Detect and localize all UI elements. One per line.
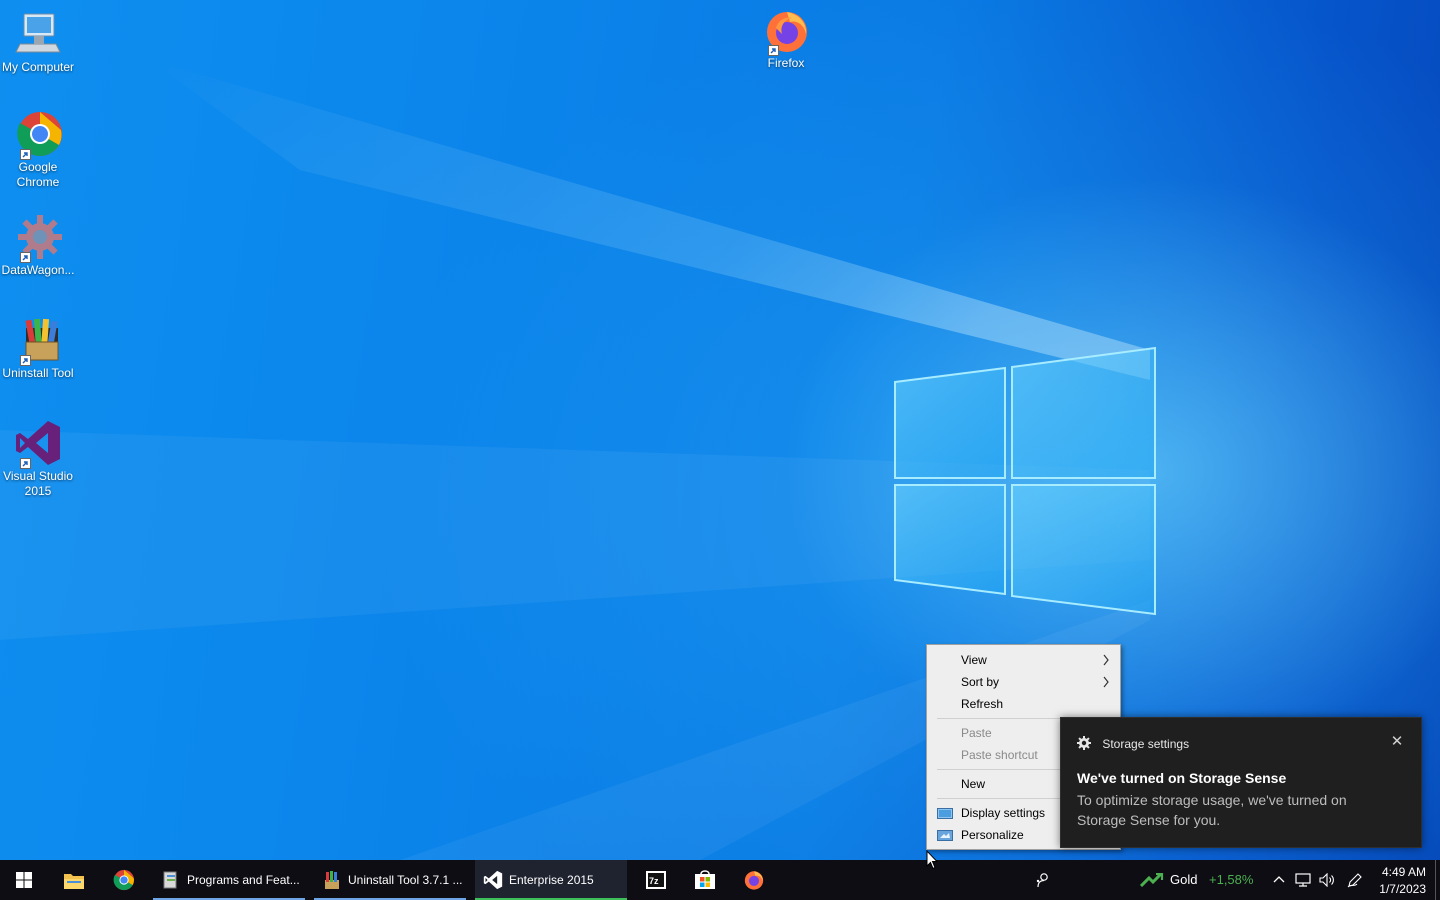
taskbar-store[interactable] bbox=[681, 860, 729, 900]
windows-start-icon bbox=[16, 872, 32, 888]
clock-date: 1/7/2023 bbox=[1379, 882, 1426, 896]
menu-item-label: Display settings bbox=[961, 806, 1046, 820]
desktop-icon-label: Firefox bbox=[767, 56, 805, 70]
storage-sense-notification[interactable]: Storage settings ✕ We've turned on Stora… bbox=[1060, 717, 1422, 848]
network-icon bbox=[1295, 873, 1311, 887]
chrome-icon bbox=[14, 110, 62, 160]
menu-item-label: New bbox=[961, 777, 986, 791]
visual-studio-icon bbox=[14, 419, 62, 469]
taskbar-file-explorer[interactable] bbox=[50, 860, 98, 900]
taskbar: Programs and Feat... Uninstall Tool 3.7.… bbox=[0, 860, 1440, 900]
menu-item-label: Personalize bbox=[961, 828, 1024, 842]
taskbar-app-label: Enterprise 2015 bbox=[509, 873, 594, 887]
tray-show-hidden-icons[interactable] bbox=[1270, 860, 1288, 900]
notification-app-row: Storage settings bbox=[1077, 736, 1189, 752]
tray-network[interactable] bbox=[1292, 860, 1314, 900]
desktop-icon-my-computer[interactable]: My Computer bbox=[0, 10, 76, 75]
visual-studio-icon bbox=[483, 870, 503, 890]
desktop-icon-visual-studio[interactable]: Visual Studio 2015 bbox=[0, 419, 76, 499]
mouse-cursor-icon bbox=[926, 850, 938, 870]
store-icon bbox=[695, 870, 715, 889]
desktop-icon-label: Uninstall Tool bbox=[2, 366, 74, 380]
programs-features-icon bbox=[163, 871, 177, 889]
menu-item-view[interactable]: View bbox=[927, 649, 1120, 671]
menu-item-label: View bbox=[961, 653, 987, 667]
trend-up-icon bbox=[1140, 873, 1164, 887]
tray-stock-widget[interactable]: Gold +1,58% bbox=[1138, 860, 1262, 900]
desktop-icon-label: Visual Studio 2015 bbox=[3, 469, 73, 498]
taskbar-clock[interactable]: 4:49 AM 1/7/2023 bbox=[1379, 864, 1426, 898]
shortcut-arrow-icon bbox=[768, 45, 779, 56]
people-icon bbox=[1036, 873, 1048, 888]
shortcut-arrow-icon bbox=[20, 458, 31, 469]
desktop-icon-uninstall-tool[interactable]: Uninstall Tool bbox=[0, 316, 76, 381]
shortcut-arrow-icon bbox=[20, 355, 31, 366]
shortcut-arrow-icon bbox=[20, 149, 31, 160]
windows-logo-wallpaper bbox=[894, 346, 1156, 616]
tray-volume[interactable] bbox=[1316, 860, 1338, 900]
taskbar-7zip[interactable]: 7z bbox=[632, 860, 680, 900]
taskbar-app-programs-and-features[interactable]: Programs and Feat... bbox=[153, 860, 305, 900]
firefox-icon bbox=[762, 6, 810, 56]
stock-change: +1,58% bbox=[1209, 872, 1254, 887]
7zip-icon: 7z bbox=[646, 871, 666, 889]
start-button[interactable] bbox=[0, 860, 48, 900]
taskbar-app-uninstall-tool[interactable]: Uninstall Tool 3.7.1 ... bbox=[314, 860, 466, 900]
pen-icon bbox=[1347, 873, 1362, 888]
stock-name: Gold bbox=[1170, 872, 1198, 887]
taskbar-app-label: Uninstall Tool 3.7.1 ... bbox=[348, 873, 463, 887]
clock-time: 4:49 AM bbox=[1381, 865, 1426, 879]
uninstall-tool-icon bbox=[325, 871, 339, 889]
taskbar-app-label: Programs and Feat... bbox=[187, 873, 300, 887]
computer-icon bbox=[14, 10, 62, 58]
datawagon-gear-icon bbox=[14, 213, 62, 263]
notification-app-name: Storage settings bbox=[1102, 737, 1190, 751]
file-explorer-icon bbox=[64, 874, 84, 889]
volume-icon bbox=[1319, 873, 1334, 887]
shortcut-arrow-icon bbox=[20, 252, 31, 263]
desktop-icon-label: DataWagon... bbox=[1, 263, 75, 277]
chrome-icon bbox=[113, 869, 135, 891]
tray-people[interactable] bbox=[1030, 860, 1056, 900]
menu-item-refresh[interactable]: Refresh bbox=[927, 693, 1120, 715]
desktop-icon-label: My Computer bbox=[1, 60, 75, 74]
chevron-up-icon bbox=[1273, 876, 1285, 883]
menu-item-label: Sort by bbox=[961, 675, 1000, 689]
notification-body: To optimize storage usage, we've turned … bbox=[1077, 792, 1347, 828]
svg-text:7z: 7z bbox=[649, 876, 659, 886]
taskbar-firefox[interactable] bbox=[730, 860, 778, 900]
taskbar-app-visual-studio[interactable]: Enterprise 2015 bbox=[475, 860, 627, 900]
show-desktop-button[interactable] bbox=[1435, 860, 1440, 900]
desktop-icon-datawagon[interactable]: DataWagon... bbox=[0, 213, 76, 278]
taskbar-chrome[interactable] bbox=[100, 860, 148, 900]
menu-item-label: Refresh bbox=[961, 697, 1004, 711]
display-icon bbox=[937, 806, 953, 820]
tray-pen-workspace[interactable] bbox=[1344, 860, 1366, 900]
desktop-icon-label: Google Chrome bbox=[16, 160, 60, 189]
desktop-icon-firefox[interactable]: Firefox bbox=[748, 6, 824, 71]
desktop-icon-google-chrome[interactable]: Google Chrome bbox=[0, 110, 76, 190]
close-icon[interactable]: ✕ bbox=[1389, 734, 1405, 750]
notification-title: We've turned on Storage Sense bbox=[1077, 770, 1287, 786]
firefox-icon bbox=[744, 871, 764, 890]
menu-item-label: Paste bbox=[961, 726, 992, 740]
personalize-icon bbox=[937, 828, 953, 842]
gear-icon bbox=[1077, 736, 1091, 750]
menu-item-sort-by[interactable]: Sort by bbox=[927, 671, 1120, 693]
menu-item-label: Paste shortcut bbox=[961, 748, 1038, 762]
uninstall-tool-icon bbox=[14, 316, 62, 366]
